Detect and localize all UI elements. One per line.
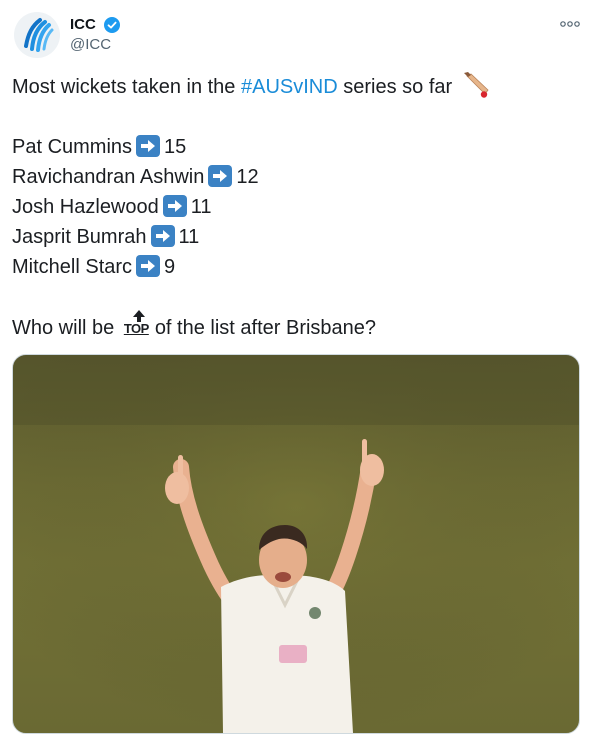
wicket-count: 15 bbox=[164, 136, 187, 158]
top-emoji-text: TOP bbox=[123, 321, 150, 336]
intro-text: Most wickets taken in the bbox=[12, 76, 241, 98]
player-name: Ravichandran Ashwin bbox=[12, 166, 205, 188]
player-name: Jasprit Bumrah bbox=[12, 226, 147, 248]
cricket-bat-icon bbox=[462, 72, 492, 98]
wicket-count: 11 bbox=[190, 196, 212, 218]
wicket-count: 11 bbox=[178, 226, 200, 248]
tweet-intro-line: Most wickets taken in the #AUSvIND serie… bbox=[12, 72, 584, 102]
question-text: Who will be bbox=[12, 317, 120, 339]
list-item: Pat Cummins 15 bbox=[12, 132, 584, 162]
right-arrow-icon bbox=[136, 135, 161, 157]
tweet-photo[interactable] bbox=[12, 354, 580, 734]
player-name: Josh Hazlewood bbox=[12, 196, 159, 218]
author-display-name[interactable]: ICC bbox=[70, 15, 96, 35]
wicket-count: 9 bbox=[164, 256, 176, 278]
right-arrow-icon bbox=[208, 165, 233, 187]
more-options-icon[interactable] bbox=[558, 16, 582, 30]
list-item: Ravichandran Ashwin 12 bbox=[12, 162, 584, 192]
question-text-end: of the list after Brisbane? bbox=[154, 317, 377, 339]
list-item: Mitchell Starc 9 bbox=[12, 252, 584, 282]
list-item: Josh Hazlewood 11 bbox=[12, 192, 584, 222]
hashtag-link[interactable]: #AUSvIND bbox=[241, 76, 338, 98]
author-handle[interactable]: @ICC bbox=[70, 35, 120, 55]
tweet-text: Most wickets taken in the #AUSvIND serie… bbox=[12, 72, 584, 342]
verified-badge-icon bbox=[103, 16, 120, 33]
tweet-question-line: Who will be TOP of the list after Brisban… bbox=[12, 310, 584, 342]
intro-text-end: series so far bbox=[337, 76, 453, 98]
list-item: Jasprit Bumrah 11 bbox=[12, 222, 584, 252]
wicket-count: 12 bbox=[236, 166, 259, 188]
tweet-header: ICC @ICC bbox=[14, 12, 586, 58]
player-name: Mitchell Starc bbox=[12, 256, 133, 278]
right-arrow-icon bbox=[150, 225, 175, 247]
player-name: Pat Cummins bbox=[12, 136, 133, 158]
top-arrow-icon: TOP bbox=[123, 310, 154, 338]
right-arrow-icon bbox=[162, 195, 187, 217]
icc-logo-icon[interactable] bbox=[14, 12, 60, 58]
right-arrow-icon bbox=[136, 255, 161, 277]
